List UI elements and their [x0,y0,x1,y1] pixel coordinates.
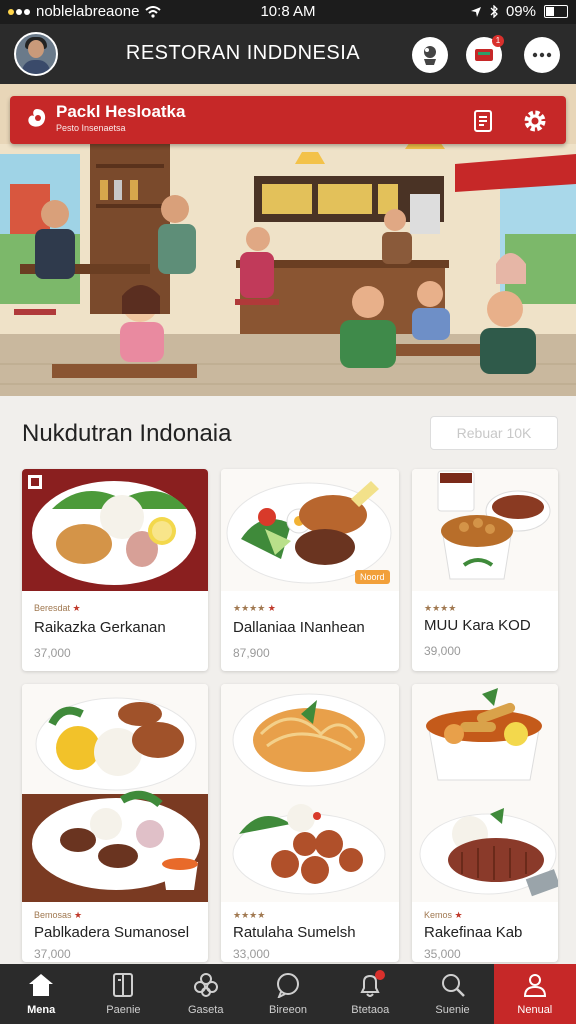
gear-icon [524,110,546,132]
book-icon [113,973,134,997]
menu-card[interactable]: ★★★★ MUU Kara KOD 39,000 [412,469,558,671]
rating: ★★★★ [424,603,457,613]
rating: ★★★★ [233,910,266,920]
status-right: 09% [470,3,568,20]
status-bar: noblelabreaone 10:8 AM 09% [0,0,576,24]
section-title: Nukdutran Indonaia [22,420,232,447]
menu-item-name: Dallaniaa INanhean [233,619,365,636]
bottom-nav: Mena Paenie Gaseta Bireeon Btetaoa Sueni… [0,964,576,1024]
menu-item-name: MUU Kara KOD [424,617,531,634]
menu-item-price: 87,900 [233,646,270,660]
search-icon [441,974,465,997]
menu-card[interactable]: Kemos ★ Rakefinaa Kab 35,000 [412,684,558,962]
menu-item-price: 39,000 [424,644,461,658]
nav-gaseta[interactable]: Gaseta [165,964,247,1024]
app-bar: RESTORAN INDDNESIA 1 [0,24,576,84]
nav-suenie[interactable]: Suenie [411,964,493,1024]
brand-name: Packl Hesloatka [56,102,186,121]
brand-subtitle: Pesto Insenaetsa [56,123,126,133]
bluetooth-icon [490,5,498,18]
more-icon [532,52,552,58]
rating: ★★★★ ★ [233,603,276,613]
food-image [22,684,208,902]
menu-item-price: 33,000 [233,947,270,961]
rating: Kemos ★ [424,910,463,920]
food-image [22,469,208,591]
menu-item-name: Rakefinaa Kab [424,924,523,941]
brand-logo-icon [28,109,46,127]
search-filter-input[interactable]: Rebuar 10K [430,416,558,450]
chat-icon [276,973,299,998]
notification-badge [375,970,386,980]
rating: Beresdat ★ [34,603,81,613]
menu-item-name: Raikazka Gerkanan [34,619,166,636]
battery-icon [544,5,568,18]
chef-button[interactable] [412,37,448,73]
menu-card[interactable]: ★★★★ Ratulaha Sumelsh 33,000 [221,684,399,962]
menu-item-price: 37,000 [34,947,71,961]
menu-item-price: 37,000 [34,646,71,660]
brand-banner[interactable]: Packl Hesloatka Pesto Insenaetsa [10,96,566,144]
menu-item-price: 35,000 [424,947,461,961]
nav-nenual[interactable]: Nenual [493,964,576,1024]
menu-item-name: Pablkadera Sumanosel [34,924,190,941]
menu-book-button[interactable] [470,108,496,134]
nav-paenie[interactable]: Paenie [82,964,164,1024]
food-image [412,469,558,591]
hero-banner: Packl Hesloatka Pesto Insenaetsa [0,84,576,396]
nav-bireeon[interactable]: Bireeon [247,964,329,1024]
menu-book-icon [474,110,492,132]
menu-card[interactable]: Noord ★★★★ ★ Dallaniaa INanhean 87,900 [221,469,399,671]
avatar[interactable] [14,32,58,76]
nav-btetaoa[interactable]: Btetaoa [329,964,411,1024]
more-button[interactable] [524,37,560,73]
item-tag: Noord [355,570,390,584]
home-icon [29,974,54,996]
location-icon [470,6,481,17]
menu-card[interactable]: Bemosas ★ Pablkadera Sumanosel 37,000 [22,684,208,962]
menu-card[interactable]: Beresdat ★ Raikazka Gerkanan 37,000 [22,469,208,671]
user-icon [523,974,546,997]
battery-percent: 09% [505,3,536,20]
food-image [412,684,558,902]
settings-button[interactable] [522,108,548,134]
page-title: RESTORAN INDDNESIA [125,42,361,64]
nav-home[interactable]: Mena [0,964,82,1024]
food-image [221,684,399,902]
cart-button[interactable]: 1 [466,35,504,73]
chef-icon [424,46,436,65]
cart-icon [475,49,493,61]
flower-icon [193,973,218,997]
menu-item-name: Ratulaha Sumelsh [233,924,356,941]
notification-badge: 1 [492,35,504,47]
rating: Bemosas ★ [34,910,83,920]
